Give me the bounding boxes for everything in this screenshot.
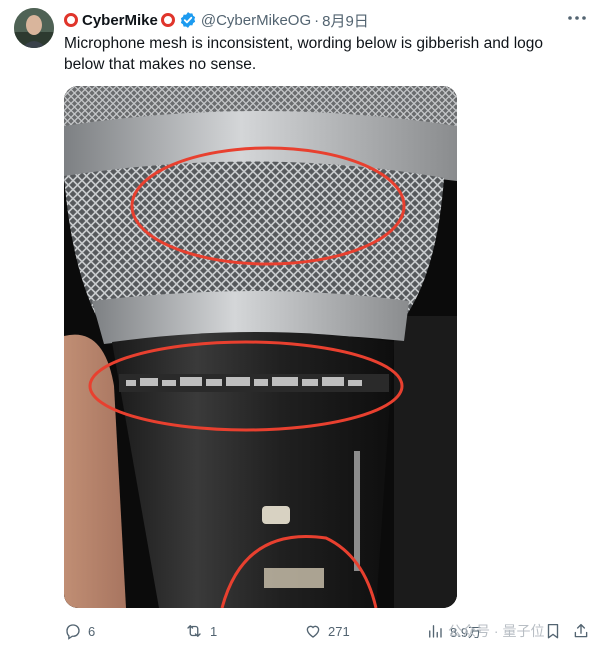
user-handle[interactable]: @CyberMikeOG xyxy=(201,12,311,29)
views-icon xyxy=(426,622,444,640)
retweet-button[interactable]: 1 xyxy=(184,620,217,642)
bookmark-icon xyxy=(544,622,562,640)
like-count: 271 xyxy=(328,623,350,639)
tweet-date[interactable]: 8月9日 xyxy=(322,10,369,31)
tweet-header: CyberMike @CyberMikeOG · 8月9日 xyxy=(64,9,369,31)
avatar[interactable] xyxy=(14,8,54,48)
tweet: CyberMike @CyberMikeOG · 8月9日 Microphone… xyxy=(0,0,600,653)
watermark-text: 公众号 · 量子位 xyxy=(448,623,545,639)
like-icon xyxy=(304,622,322,640)
retweet-icon xyxy=(184,622,204,640)
verified-badge-icon[interactable] xyxy=(179,11,197,29)
red-circle-icon xyxy=(64,13,78,27)
red-circle-icon xyxy=(160,13,175,27)
reply-count: 6 xyxy=(88,623,96,639)
retweet-count: 1 xyxy=(210,623,218,639)
reply-button[interactable]: 6 xyxy=(64,620,95,642)
bookmark-button[interactable] xyxy=(544,620,562,642)
separator-dot: · xyxy=(314,11,320,29)
tweet-text: Microphone mesh is inconsistent, wording… xyxy=(64,35,544,73)
share-icon xyxy=(572,622,590,640)
tweet-image[interactable] xyxy=(64,86,457,608)
more-icon[interactable] xyxy=(564,8,590,28)
like-button[interactable]: 271 xyxy=(304,620,350,642)
reply-icon xyxy=(64,622,82,640)
watermark: 公众号 · 量子位 xyxy=(448,620,544,642)
share-button[interactable] xyxy=(572,620,590,642)
display-name[interactable]: CyberMike xyxy=(82,12,158,29)
